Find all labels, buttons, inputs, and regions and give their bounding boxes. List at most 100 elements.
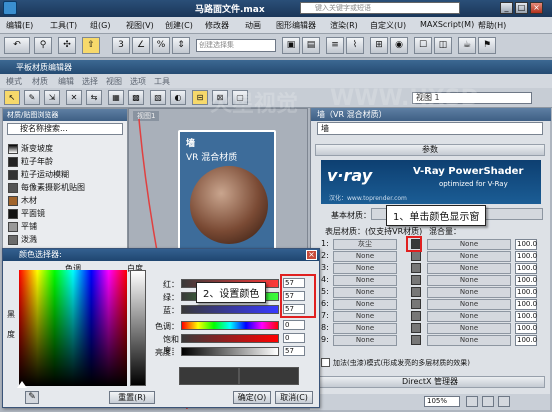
blend-color-swatch[interactable] (411, 275, 421, 285)
menu-views[interactable]: 视图(V) (126, 20, 154, 31)
render-frame-icon[interactable]: ◫ (434, 37, 452, 54)
menu-tools[interactable]: 工具(T) (50, 20, 77, 31)
menu-animation[interactable]: 动画 (245, 20, 261, 31)
coat-material-button[interactable]: None (333, 287, 397, 298)
blend-amount-spinner[interactable]: 100.0 (515, 311, 537, 322)
additive-checkbox[interactable] (321, 358, 330, 367)
assign-material-icon[interactable]: ⇲ (44, 90, 60, 105)
show-map-icon[interactable]: ▩ (128, 90, 144, 105)
directx-rollout[interactable]: DirectX 管理器 (315, 376, 545, 388)
render-setup-icon[interactable]: ☐ (414, 37, 432, 54)
blend-amount-spinner[interactable]: 100.0 (515, 323, 537, 334)
material-node[interactable]: 墙 VR 混合材质 (178, 130, 276, 258)
pick-material-icon[interactable]: ✎ (24, 90, 40, 105)
zoom-extents-icon[interactable] (482, 396, 494, 407)
render-icon[interactable]: ☕ (458, 37, 476, 54)
menu-maxscript[interactable]: MAXScript(M) (420, 20, 474, 29)
maximize-icon[interactable]: □ (515, 2, 528, 14)
layout-icon[interactable]: ▦ (108, 90, 124, 105)
list-item[interactable]: 渐变坡度 (8, 143, 53, 155)
blue-slider[interactable] (181, 305, 279, 314)
material-name-input[interactable]: 墙 (317, 122, 543, 135)
reset-button[interactable]: 重置(R) (109, 391, 155, 404)
coat-material-button[interactable]: None (333, 263, 397, 274)
menu-rendering[interactable]: 渲染(R) (330, 20, 358, 31)
browser-search-input[interactable]: 按名称搜索... (7, 123, 123, 135)
close-icon[interactable]: × (530, 2, 543, 14)
blend-color-swatch[interactable] (411, 311, 421, 321)
coat-material-button[interactable]: None (333, 323, 397, 334)
blend-color-swatch[interactable] (411, 299, 421, 309)
hue-blackness-picker[interactable] (19, 270, 127, 386)
menu-create[interactable]: 创建(C) (165, 20, 193, 31)
blend-map-button[interactable]: None (427, 299, 511, 310)
hue-spinner[interactable]: 0 (283, 320, 305, 330)
blend-map-button[interactable]: None (427, 275, 511, 286)
zoom-dropdown[interactable]: 105% (424, 396, 460, 407)
quick-render-icon[interactable]: ⚑ (478, 37, 496, 54)
selection-set-dropdown[interactable]: 创建选择集 (196, 39, 276, 52)
saturation-slider[interactable] (181, 334, 279, 343)
menu-customize[interactable]: 自定义(U) (370, 20, 406, 31)
me-menu-select[interactable]: 选择 (82, 76, 98, 87)
me-menu-options[interactable]: 选项 (130, 76, 146, 87)
unlink-icon[interactable]: ✣ (58, 37, 76, 54)
list-item[interactable]: 木材 (8, 195, 37, 207)
minimize-icon[interactable]: _ (500, 2, 513, 14)
blend-map-button[interactable]: None (427, 239, 511, 250)
coat-material-button[interactable]: None (333, 299, 397, 310)
blend-amount-spinner[interactable]: 100.0 (515, 335, 537, 346)
delete-icon[interactable]: ✕ (66, 90, 82, 105)
blend-amount-spinner[interactable]: 100.0 (515, 275, 537, 286)
list-item[interactable]: 平铺 (8, 221, 37, 233)
blend-map-button[interactable]: None (427, 251, 511, 262)
dialog-close-icon[interactable]: × (306, 250, 317, 260)
menu-help[interactable]: 帮助(H) (478, 20, 506, 31)
blend-color-swatch[interactable] (411, 251, 421, 261)
blend-color-swatch[interactable] (411, 263, 421, 273)
list-item[interactable]: 平面镜 (8, 208, 45, 220)
schematic-icon[interactable]: ⊞ (370, 37, 388, 54)
list-item[interactable]: 每像素摄影机贴图 (8, 182, 85, 194)
snap-icon[interactable]: 3 (112, 37, 130, 54)
bind-space-icon[interactable]: ⇧ (82, 37, 100, 54)
undo-icon[interactable]: ↶ (4, 37, 30, 54)
fit-icon[interactable] (498, 396, 510, 407)
blend-map-button[interactable]: None (427, 263, 511, 274)
coat-material-button[interactable]: None (333, 335, 397, 346)
blend-color-swatch[interactable] (411, 287, 421, 297)
coat-material-button[interactable]: None (333, 275, 397, 286)
pan-icon[interactable] (466, 396, 478, 407)
help-search-input[interactable]: 键入关键字或短语 (300, 2, 460, 14)
brightness-spinner[interactable]: 57 (283, 346, 305, 356)
angle-snap-icon[interactable]: ∠ (132, 37, 150, 54)
whiteness-slider[interactable] (130, 270, 146, 386)
me-menu-view[interactable]: 视图 (106, 76, 122, 87)
params-rollout[interactable]: 参数 (315, 144, 545, 156)
blend-amount-spinner[interactable]: 100.0 (515, 287, 537, 298)
list-item[interactable]: 泼溅 (8, 234, 37, 246)
select-tool-icon[interactable]: ↖ (4, 90, 20, 105)
spinner-snap-icon[interactable]: ⇕ (172, 37, 190, 54)
blend-color-swatch[interactable] (411, 323, 421, 333)
eyedropper-icon[interactable]: ✎ (25, 391, 39, 404)
saturation-spinner[interactable]: 0 (283, 333, 305, 343)
list-item[interactable]: 粒子运动模糊 (8, 169, 69, 181)
menu-graph-editors[interactable]: 图形编辑器 (276, 20, 316, 31)
menu-modifiers[interactable]: 修改器 (205, 20, 229, 31)
menu-edit[interactable]: 编辑(E) (6, 20, 33, 31)
me-menu-mode[interactable]: 模式 (6, 76, 22, 87)
layer-icon[interactable]: ≡ (326, 37, 344, 54)
me-menu-edit[interactable]: 编辑 (58, 76, 74, 87)
cancel-button[interactable]: 取消(C) (275, 391, 313, 404)
curve-editor-icon[interactable]: ⌇ (346, 37, 364, 54)
coat-material-button[interactable]: None (333, 251, 397, 262)
background-icon[interactable]: ▧ (150, 90, 166, 105)
align-icon[interactable]: ▤ (302, 37, 320, 54)
blend-amount-spinner[interactable]: 100.0 (515, 263, 537, 274)
blend-color-swatch[interactable] (411, 335, 421, 345)
hue-slider[interactable] (181, 321, 279, 330)
blend-map-button[interactable]: None (427, 311, 511, 322)
blend-amount-spinner[interactable]: 100.0 (515, 251, 537, 262)
brightness-slider[interactable] (181, 347, 279, 356)
